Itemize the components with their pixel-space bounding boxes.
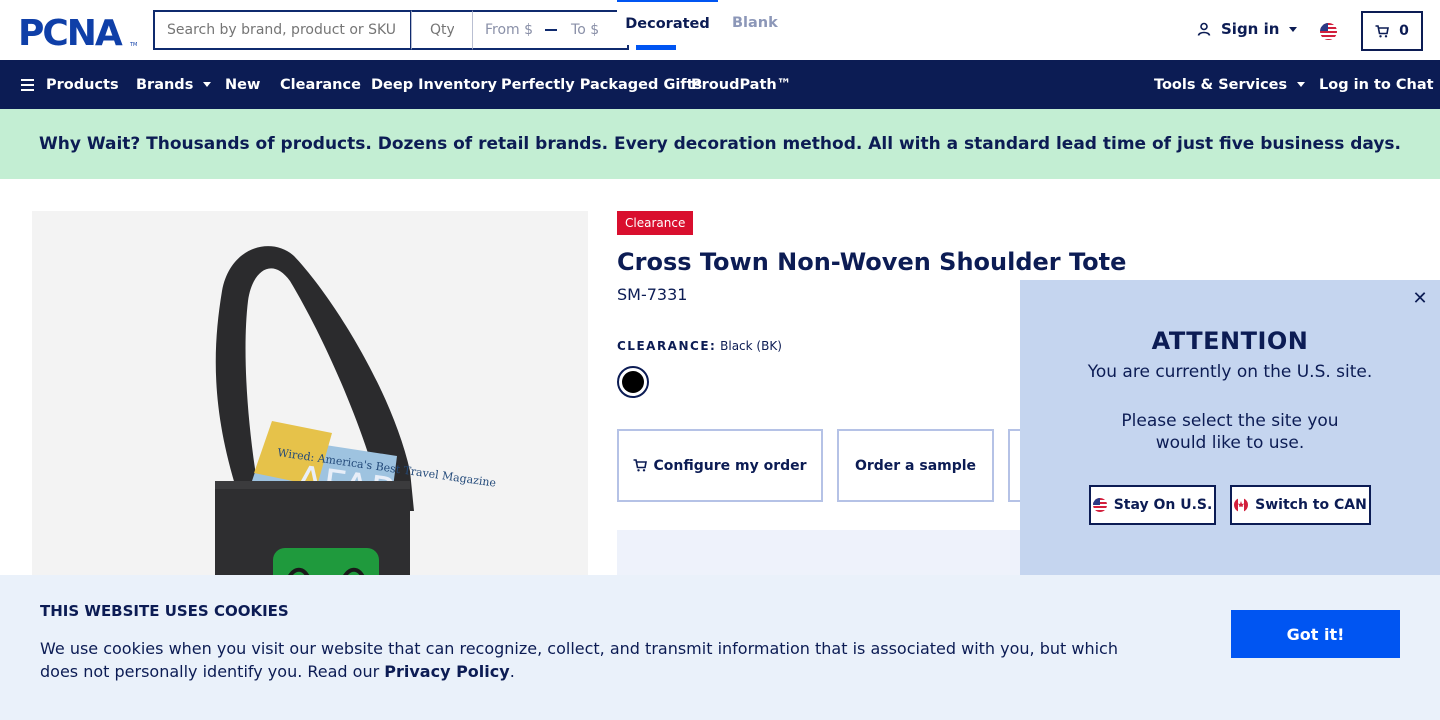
- stay-us-button[interactable]: Stay On U.S.: [1089, 485, 1216, 525]
- promo-text: Why Wait? Thousands of products. Dozens …: [38, 134, 1402, 154]
- clearance-badge: Clearance: [617, 211, 694, 235]
- svg-text:PCNA: PCNA: [18, 14, 123, 48]
- search-bar: From $ To $: [153, 10, 629, 50]
- color-key: CLEARANCE:: [617, 339, 717, 353]
- product-sku: SM-7331: [617, 285, 688, 304]
- svg-text:TM: TM: [129, 42, 137, 48]
- nav-brands[interactable]: Brands: [136, 60, 212, 109]
- cart-count: 0: [1399, 23, 1409, 39]
- popup-line-current: You are currently on the U.S. site.: [1087, 362, 1373, 382]
- cart-icon: [633, 459, 648, 472]
- cart-icon: [1375, 24, 1390, 37]
- configure-order-label: Configure my order: [653, 457, 807, 474]
- user-icon: [1197, 22, 1211, 36]
- nav-tools-services[interactable]: Tools & Services: [1154, 60, 1306, 109]
- sign-in-menu[interactable]: Sign in: [1197, 20, 1298, 38]
- nav-new[interactable]: New: [225, 60, 260, 109]
- price-range[interactable]: From $ To $: [473, 10, 629, 50]
- switch-can-label: Switch to CAN: [1255, 497, 1367, 513]
- order-sample-label: Order a sample: [854, 457, 977, 474]
- range-dash: [545, 29, 558, 31]
- color-label: CLEARANCE: Black (BK): [617, 339, 782, 353]
- order-sample-button[interactable]: Order a sample: [837, 429, 994, 502]
- nav-products-label: Products: [46, 76, 119, 93]
- top-header: PCNA TM From $ To $ Sign in: [0, 0, 1440, 60]
- hamburger-icon: [21, 78, 34, 91]
- nav-tools-label: Tools & Services: [1154, 76, 1288, 93]
- region-popup: ✕ ATTENTION You are currently on the U.S…: [1020, 280, 1440, 575]
- popup-line-select-1: Please select the site you: [1121, 411, 1339, 431]
- sign-in-label: Sign in: [1221, 20, 1280, 38]
- chevron-down-icon: [1289, 26, 1298, 32]
- product-title: Cross Town Non-Woven Shoulder Tote: [617, 248, 1127, 276]
- price-from-label: From $: [485, 22, 534, 38]
- close-icon[interactable]: ✕: [1410, 288, 1430, 309]
- configure-order-button[interactable]: Configure my order: [617, 429, 823, 502]
- pcna-logo[interactable]: PCNA TM: [18, 14, 138, 48]
- nav-chat-login[interactable]: Log in to Chat: [1319, 60, 1434, 109]
- tab-decorated[interactable]: Decorated: [617, 0, 718, 45]
- nav-clearance[interactable]: Clearance: [280, 60, 361, 109]
- price-to-label: To $: [571, 22, 600, 38]
- us-flag-icon: [1092, 498, 1107, 512]
- canada-flag-icon: [1234, 498, 1249, 512]
- cookie-text-end: .: [509, 662, 515, 681]
- main-nav: Products Brands New Clearance Deep Inven…: [0, 60, 1440, 109]
- accept-cookies-button[interactable]: Got it!: [1231, 610, 1400, 658]
- cookie-body: We use cookies when you visit our websit…: [40, 639, 1118, 681]
- nav-products[interactable]: Products: [21, 60, 119, 109]
- cart-button[interactable]: 0: [1361, 11, 1423, 51]
- popup-title: ATTENTION: [1151, 327, 1309, 355]
- stay-us-label: Stay On U.S.: [1113, 497, 1213, 513]
- cookie-banner: THIS WEBSITE USES COOKIES We use cookies…: [0, 575, 1440, 720]
- chevron-down-icon: [203, 82, 212, 87]
- nav-brands-label: Brands: [136, 76, 194, 93]
- privacy-policy-link[interactable]: Privacy Policy: [384, 662, 509, 681]
- nav-deep-inventory[interactable]: Deep Inventory: [371, 60, 497, 109]
- nav-packaged-gifts[interactable]: Perfectly Packaged Gifts: [501, 60, 702, 109]
- color-value: Black (BK): [720, 339, 782, 353]
- nav-proudpath[interactable]: ProudPath™: [691, 60, 791, 109]
- promo-banner: Why Wait? Thousands of products. Dozens …: [0, 109, 1440, 179]
- cookie-text: We use cookies when you visit our websit…: [40, 637, 1140, 683]
- cookie-title: THIS WEBSITE USES COOKIES: [40, 602, 289, 620]
- search-input[interactable]: [153, 10, 411, 50]
- tab-blank[interactable]: Blank: [732, 0, 778, 45]
- us-flag-icon[interactable]: [1320, 23, 1337, 40]
- popup-line-select-2: would like to use.: [1155, 433, 1305, 453]
- color-swatch-black[interactable]: [617, 366, 649, 398]
- chevron-down-icon: [1297, 82, 1306, 87]
- switch-can-button[interactable]: Switch to CAN: [1230, 485, 1371, 525]
- qty-input[interactable]: [411, 10, 473, 50]
